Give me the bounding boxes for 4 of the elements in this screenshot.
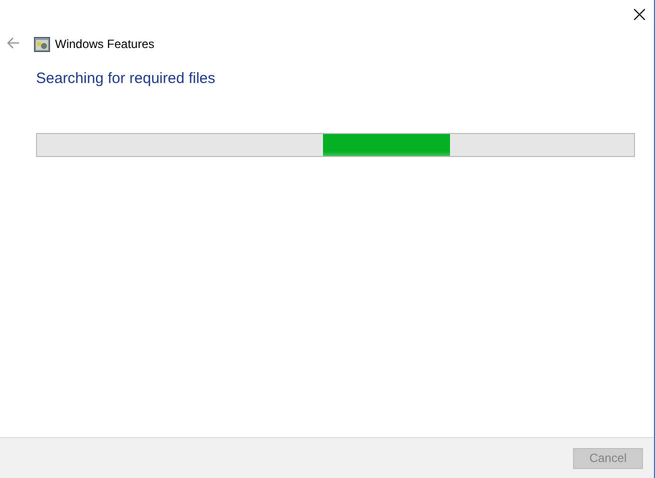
window-features-icon	[34, 36, 50, 52]
close-icon	[634, 8, 644, 20]
window-title: Windows Features	[55, 37, 154, 51]
status-heading: Searching for required files	[36, 70, 216, 87]
